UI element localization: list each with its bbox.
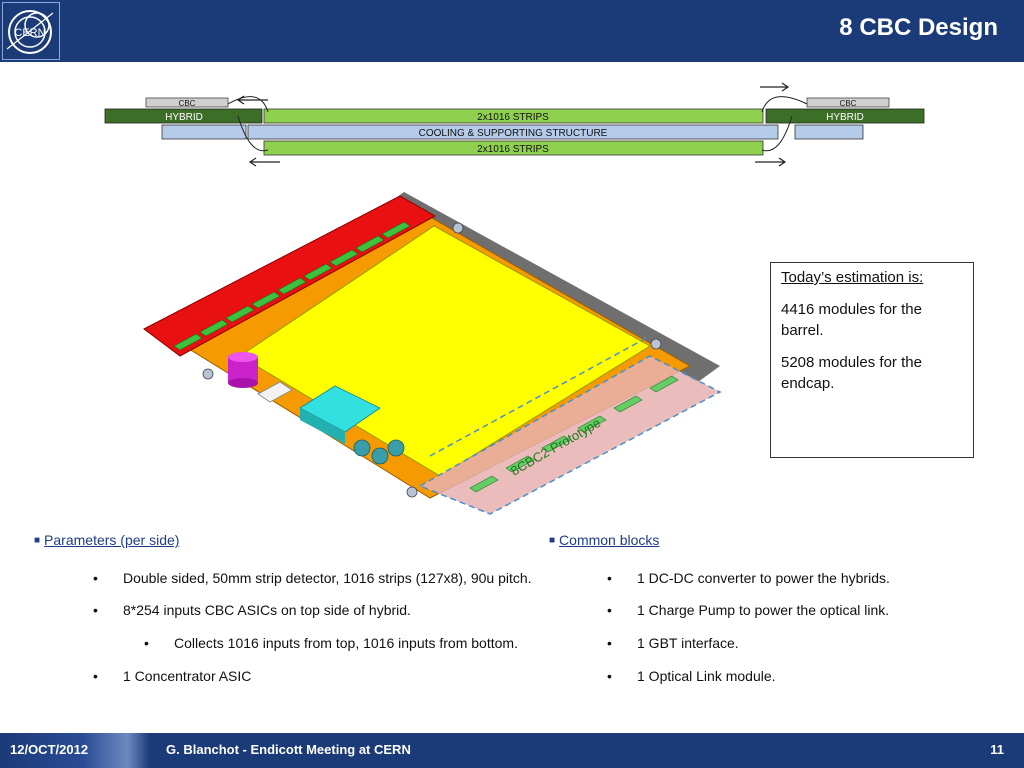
cbc-right-label: CBC bbox=[840, 99, 857, 108]
parameters-heading: ■ Parameters (per side) bbox=[34, 532, 179, 548]
estimation-barrel: 4416 modules for the barrel. bbox=[781, 301, 922, 339]
list-item: • 1 Charge Pump to power the optical link… bbox=[607, 602, 890, 618]
footer-presenter: G. Blanchot - Endicott Meeting at CERN bbox=[166, 742, 411, 757]
list-item: • 1 GBT interface. bbox=[607, 635, 739, 651]
cooling-label: COOLING & SUPPORTING STRUCTURE bbox=[419, 128, 608, 139]
slide-footer: 12/OCT/2012 G. Blanchot - Endicott Meeti… bbox=[0, 733, 1024, 768]
cross-section-diagram: CBC CBC HYBRID HYBRID 2x1016 STRIPS COOL… bbox=[104, 82, 925, 167]
parameters-heading-text: Parameters (per side) bbox=[44, 532, 180, 548]
estimation-endcap: 5208 modules for the endcap. bbox=[781, 354, 922, 392]
logo-text: CERN bbox=[14, 27, 45, 39]
arrow-right-top-icon bbox=[760, 82, 790, 92]
estimation-heading: Today’s estimation is: bbox=[781, 269, 924, 286]
list-item-text: Double sided, 50mm strip detector, 1016 … bbox=[123, 570, 532, 586]
list-item-text: 1 GBT interface. bbox=[637, 635, 739, 651]
common-blocks-heading-text: Common blocks bbox=[559, 532, 660, 548]
list-item-text: 1 Concentrator ASIC bbox=[123, 668, 252, 684]
cern-logo: CERN bbox=[2, 2, 60, 60]
slide-header: CERN 8 CBC Design bbox=[0, 0, 1024, 62]
list-item-text: 1 Charge Pump to power the optical link. bbox=[637, 602, 890, 618]
strips-top-label: 2x1016 STRIPS bbox=[477, 112, 549, 123]
module-3d-drawing: 8CBC2 Prototype bbox=[143, 192, 722, 515]
list-item-text: 8*254 inputs CBC ASICs on top side of hy… bbox=[123, 602, 411, 618]
list-item-text: 1 DC-DC converter to power the hybrids. bbox=[637, 570, 890, 586]
bullet-square-icon: ■ bbox=[549, 535, 556, 546]
common-blocks-heading: ■ Common blocks bbox=[549, 532, 659, 548]
list-item: • 8*254 inputs CBC ASICs on top side of h… bbox=[93, 602, 411, 618]
list-item: • 1 DC-DC converter to power the hybrids. bbox=[607, 570, 890, 586]
hybrid-left-label: HYBRID bbox=[165, 112, 203, 123]
list-item: • 1 Optical Link module. bbox=[607, 668, 776, 684]
list-item-text: Collects 1016 inputs from top, 1016 inpu… bbox=[174, 635, 518, 651]
bullet-square-icon: ■ bbox=[34, 535, 41, 546]
footer-date: 12/OCT/2012 bbox=[10, 742, 89, 757]
capacitor-component bbox=[228, 352, 258, 388]
hybrid-right-label: HYBRID bbox=[826, 112, 864, 123]
list-item: • Collects 1016 inputs from top, 1016 inp… bbox=[144, 635, 518, 651]
cooling-block-right bbox=[794, 124, 864, 140]
estimation-box: Today’s estimation is: 4416 modules for … bbox=[770, 262, 974, 458]
arrow-right-bottom-icon bbox=[755, 157, 787, 167]
arrow-left-bottom-icon bbox=[248, 157, 280, 167]
list-item: • Double sided, 50mm strip detector, 1016… bbox=[93, 570, 532, 586]
list-item: • 1 Concentrator ASIC bbox=[93, 668, 252, 684]
cbc-left-label: CBC bbox=[179, 99, 196, 108]
strips-bottom-label: 2x1016 STRIPS bbox=[477, 144, 549, 155]
cooling-block-left bbox=[161, 124, 247, 140]
list-item-text: 1 Optical Link module. bbox=[637, 668, 776, 684]
page-number: 11 bbox=[990, 742, 1004, 757]
slide-title: 8 CBC Design bbox=[839, 14, 998, 41]
